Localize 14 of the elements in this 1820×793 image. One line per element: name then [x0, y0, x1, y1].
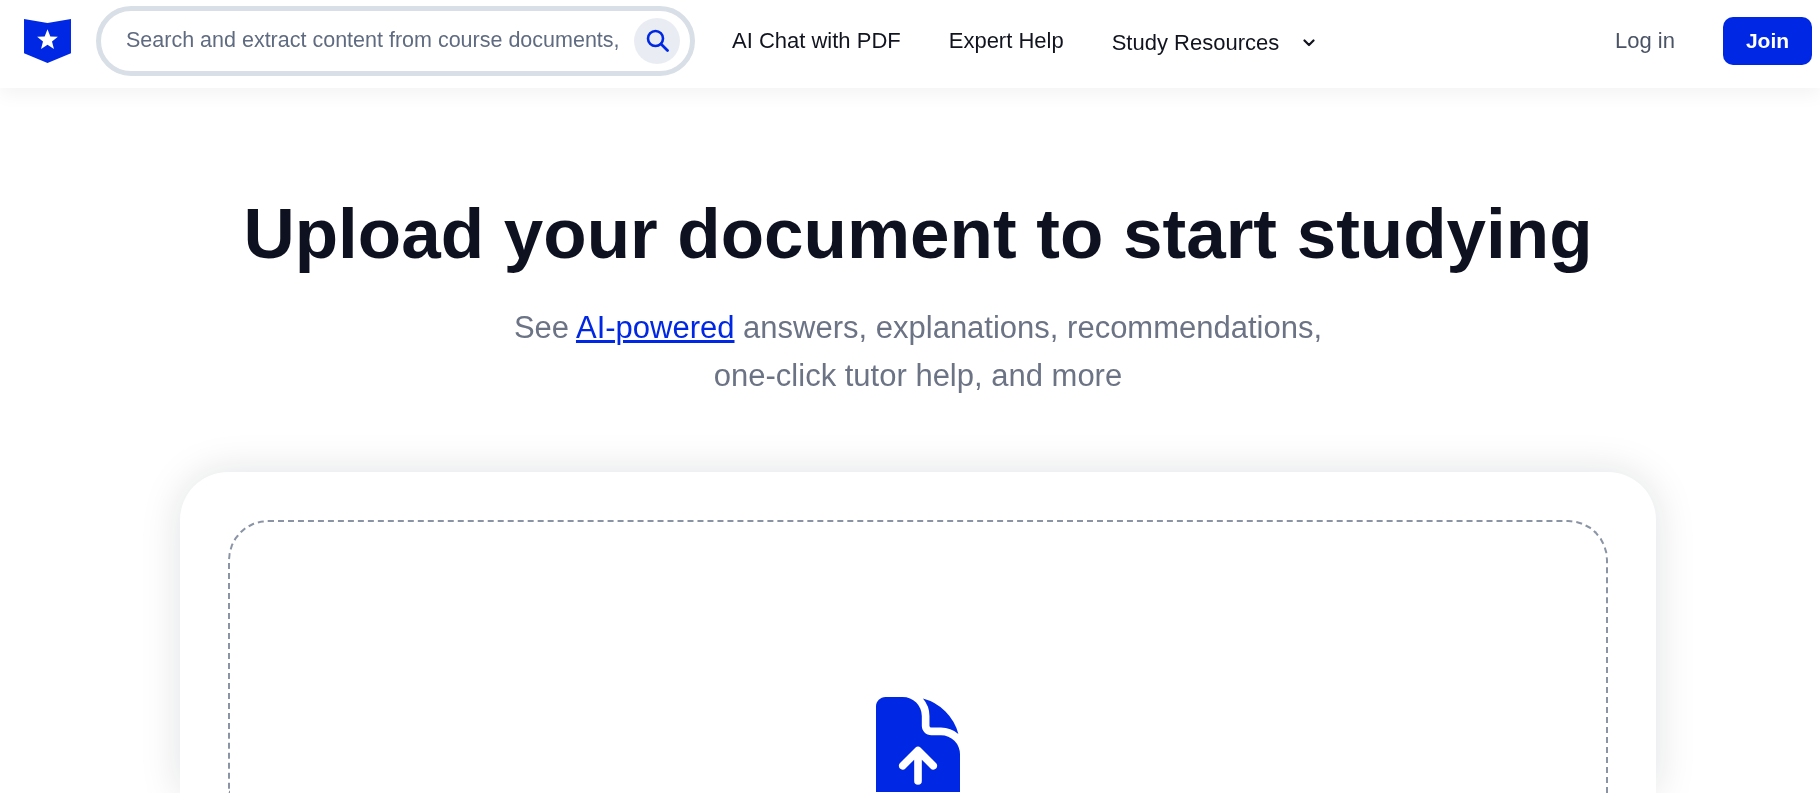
nav-link[interactable]: AI Chat with PDF — [732, 24, 901, 57]
nav-link[interactable]: Expert Help — [948, 24, 1064, 57]
join-button[interactable]: Join — [1723, 16, 1812, 65]
chevron-icon — [1303, 38, 1316, 47]
search-field[interactable]: Search and extract content from course documents, — [96, 5, 695, 76]
hero-subtitle: See AI-powered answers, explanations, recommendations, one-click tutor help, and more — [512, 309, 1324, 395]
page-title: Upload your document to start studying — [243, 193, 1593, 275]
login-link[interactable]: Log in — [1615, 24, 1675, 57]
search-icon — [645, 29, 669, 52]
logo-icon[interactable] — [24, 18, 71, 63]
inline-link[interactable]: AI-powered — [575, 310, 735, 345]
nav-dropdown[interactable]: Study Resources — [1111, 22, 1316, 59]
document-upload-icon — [876, 697, 960, 792]
upload-dropzone[interactable] — [228, 520, 1608, 793]
